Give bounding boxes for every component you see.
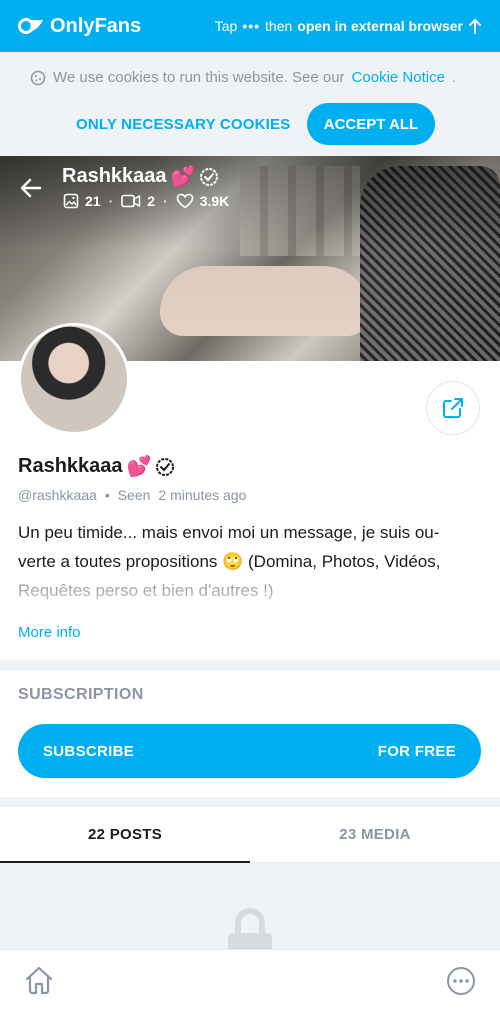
cookie-notice-link[interactable]: Cookie Notice bbox=[352, 69, 445, 86]
cookie-period: . bbox=[451, 69, 457, 86]
arrow-up-icon bbox=[469, 19, 481, 34]
cookie-message-text: We use cookies to run this website. See … bbox=[53, 69, 345, 86]
cookie-banner: We use cookies to run this website. See … bbox=[0, 52, 500, 156]
subscribe-label: SUBSCRIBE bbox=[43, 742, 135, 760]
likes-count: 3.9K bbox=[199, 193, 230, 209]
onlyfans-logo-icon bbox=[18, 18, 43, 34]
profile-name-text: Rashkkaaa bbox=[18, 455, 123, 477]
profile-handle: @rashkkaaa bbox=[18, 487, 97, 503]
cookie-icon bbox=[30, 70, 46, 85]
bio-fade bbox=[0, 584, 500, 624]
profile-stats: 21 · 2 · 3.9K bbox=[63, 193, 229, 209]
verified-badge-icon bbox=[200, 167, 219, 186]
open-external-hint[interactable]: Tap ••• then open in external browser bbox=[215, 18, 482, 34]
more-info-link[interactable]: More info bbox=[18, 624, 81, 641]
meta-dot: • bbox=[104, 487, 110, 503]
avatar[interactable] bbox=[18, 323, 130, 435]
share-icon bbox=[443, 398, 463, 418]
bottom-nav bbox=[0, 949, 500, 1013]
tap-action: open in external browser bbox=[297, 18, 463, 34]
tap-prefix: Tap bbox=[214, 18, 238, 34]
tap-then: then bbox=[265, 18, 293, 34]
tab-media[interactable]: 23 MEDIA bbox=[250, 807, 500, 862]
bio-line: Un peu timide... mais envoi moi un messa… bbox=[18, 523, 440, 542]
video-icon bbox=[121, 194, 141, 208]
home-icon[interactable] bbox=[23, 964, 55, 996]
verified-badge-icon bbox=[156, 457, 175, 476]
subscribe-price: FOR FREE bbox=[377, 742, 456, 760]
dots-icon: ••• bbox=[242, 18, 261, 34]
accept-all-button[interactable]: ACCEPT ALL bbox=[307, 103, 435, 145]
seen-label: Seen bbox=[117, 487, 151, 503]
brand-logo[interactable]: OnlyFans bbox=[18, 15, 141, 38]
back-arrow-icon[interactable] bbox=[20, 178, 42, 198]
likes-stat: 3.9K bbox=[176, 193, 230, 209]
top-bar: OnlyFans Tap ••• then open in external b… bbox=[0, 0, 500, 52]
locked-content-area bbox=[0, 863, 500, 949]
brand-name: OnlyFans bbox=[50, 14, 142, 37]
photos-count: 21 bbox=[85, 193, 101, 209]
only-necessary-cookies-button[interactable]: ONLY NECESSARY COOKIES bbox=[76, 116, 290, 133]
section-divider bbox=[0, 660, 500, 670]
heart-icon bbox=[176, 193, 194, 209]
cover-name-emoji: 💕 bbox=[170, 166, 196, 188]
videos-stat[interactable]: 2 bbox=[121, 193, 155, 209]
more-options-icon[interactable] bbox=[446, 966, 476, 996]
cover-username: Rashkkaaa 💕 bbox=[62, 164, 219, 189]
subscribe-button[interactable]: SUBSCRIBE FOR FREE bbox=[18, 724, 481, 778]
profile-name: Rashkkaaa 💕 bbox=[18, 454, 175, 479]
photos-stat[interactable]: 21 bbox=[63, 193, 101, 209]
profile-name-emoji: 💕 bbox=[126, 456, 152, 478]
stat-separator: · bbox=[108, 193, 114, 209]
bio-line: verte a toutes propositions 🙄 (Domina, P… bbox=[18, 552, 441, 571]
image-icon bbox=[63, 193, 79, 209]
content-tabs: 22 POSTS 23 MEDIA bbox=[0, 807, 500, 863]
stat-separator: · bbox=[163, 193, 168, 209]
share-button[interactable] bbox=[426, 381, 480, 435]
seen-time: 2 minutes ago bbox=[158, 487, 247, 503]
tab-posts[interactable]: 22 POSTS bbox=[0, 807, 250, 863]
profile-meta: @rashkkaaa • Seen 2 minutes ago bbox=[18, 487, 246, 503]
cover-name-text: Rashkkaaa bbox=[62, 165, 167, 187]
section-divider bbox=[0, 797, 500, 807]
cookie-message: We use cookies to run this website. See … bbox=[30, 69, 456, 86]
videos-count: 2 bbox=[147, 193, 156, 209]
lock-icon bbox=[228, 907, 272, 949]
subscription-title: SUBSCRIPTION bbox=[18, 686, 144, 703]
